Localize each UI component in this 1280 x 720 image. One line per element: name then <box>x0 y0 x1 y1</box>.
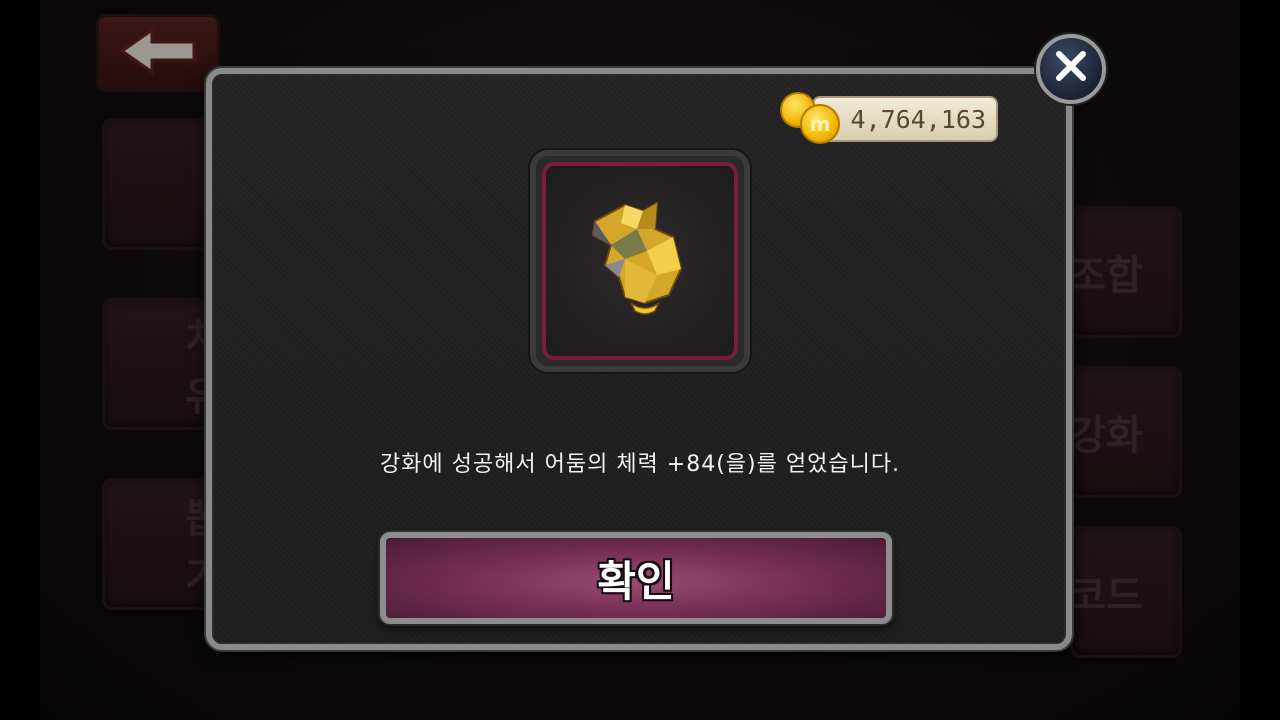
gold-coin-icon: m <box>800 104 840 144</box>
close-icon <box>1054 49 1088 90</box>
close-button[interactable] <box>1036 34 1106 104</box>
currency-amount: 4,764,163 <box>850 104 986 134</box>
currency-display: 4,764,163 <box>812 96 998 142</box>
item-slot-inner <box>542 162 738 360</box>
confirm-button[interactable]: 확인 <box>380 532 892 624</box>
confirm-button-label: 확인 <box>597 556 675 606</box>
result-message: 강화에 성공해서 어둠의 체력 +84(을)를 얻었습니다. <box>379 452 901 477</box>
item-slot <box>530 150 750 372</box>
golden-crystal-item-icon <box>585 199 695 323</box>
